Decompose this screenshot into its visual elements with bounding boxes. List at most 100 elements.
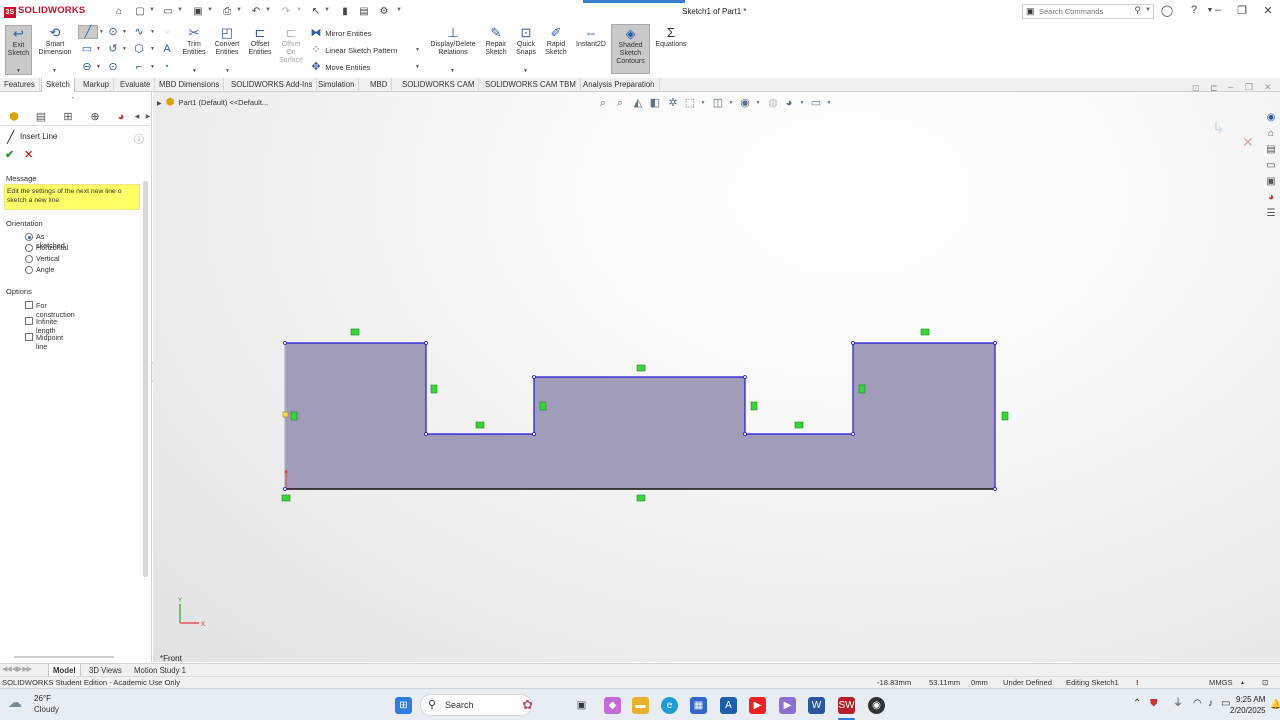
shaded-sketch-contours-button[interactable]: ◈ Shaded Sketch Contours (611, 24, 650, 74)
display-delete-relations-button[interactable]: ⊥ Display/Delete Relations (426, 26, 480, 57)
view-palette-icon[interactable]: ▭ (1264, 159, 1278, 173)
word-icon[interactable]: W (808, 697, 825, 714)
solidworks-taskbar-icon[interactable]: SW (838, 697, 855, 714)
status-close-icon[interactable]: ⊡ (1262, 678, 1268, 687)
chevron-down-icon[interactable]: ▼ (192, 68, 197, 74)
home-icon[interactable]: ⌂ (112, 5, 126, 18)
copilot-icon[interactable]: ◆ (604, 697, 621, 714)
options-icon[interactable]: ⚙ (377, 5, 391, 18)
plane-icon[interactable]: ▪ (160, 61, 174, 73)
chevron-down-icon[interactable]: ▼ (122, 29, 127, 35)
help-icon[interactable]: ⓘ (134, 131, 144, 146)
rapid-sketch-button[interactable]: ✐ Rapid Sketch (541, 26, 571, 57)
help-icon[interactable]: ? (1187, 4, 1201, 16)
weather-cloud-icon[interactable]: ☁ (8, 694, 22, 711)
tab-solidworks-cam[interactable]: SOLIDWORKS CAM (398, 78, 480, 92)
chevron-down-icon[interactable]: ▼ (149, 7, 155, 13)
move-entities-button[interactable]: ✥ Move Entities (309, 61, 370, 73)
autocad-icon[interactable]: A (720, 697, 737, 714)
convert-entities-button[interactable]: ◰ Convert Entities (210, 26, 244, 57)
chevron-down-icon[interactable]: ▼ (296, 7, 302, 13)
solidworks-resources-icon[interactable]: ◉ (1264, 111, 1278, 125)
sketch-canvas[interactable]: Y X (153, 92, 1262, 662)
offset-on-surface-button[interactable]: ⊏ Offset On Surface (276, 26, 306, 65)
new-icon[interactable]: ▢ (133, 5, 147, 18)
dimxpert-icon[interactable]: ⊕ (86, 110, 104, 124)
feature-manager-icon[interactable]: ⬢ (5, 110, 23, 124)
custom-properties-icon[interactable]: ☰ (1264, 207, 1278, 221)
chevron-down-icon[interactable]: ▼ (16, 68, 21, 74)
spline-icon[interactable]: ∿ (132, 26, 146, 38)
slot-icon[interactable]: ⊖ (80, 61, 94, 73)
wifi-icon[interactable]: ◠ (1193, 698, 1202, 710)
tab-simulation[interactable]: Simulation (314, 78, 360, 92)
panel-scrollbar[interactable] (143, 181, 148, 577)
tab-mbd[interactable]: MBD (366, 78, 393, 92)
design-library-icon[interactable]: ⌂ (1264, 127, 1278, 141)
redo-icon[interactable]: ↷ (279, 5, 293, 18)
chevron-down-icon[interactable]: ▼ (207, 7, 213, 13)
circle-icon[interactable]: ⊙ (106, 26, 120, 38)
youtube-icon[interactable]: ▶ (749, 697, 766, 714)
ok-checkmark-icon[interactable]: ✔ (5, 148, 14, 161)
solidworks-logo[interactable]: 3S SOLIDWORKS (4, 5, 85, 18)
file-explorer-icon[interactable]: ▬ (632, 697, 649, 714)
tab-solidworks-cam-tbm[interactable]: SOLIDWORKS CAM TBM (481, 78, 581, 92)
chevron-down-icon[interactable]: ▼ (177, 7, 183, 13)
volume-icon[interactable]: ♪ (1208, 698, 1213, 710)
repair-sketch-button[interactable]: ✎ Repair Sketch (481, 26, 511, 57)
clock-date[interactable]: 2/20/2025 (1230, 706, 1266, 715)
rectangle-icon[interactable]: ▭ (80, 43, 94, 55)
tab-sketch[interactable]: Sketch (41, 78, 75, 92)
chevron-down-icon[interactable]: ▼ (96, 64, 101, 70)
doc-close-icon[interactable]: ✕ (1264, 82, 1272, 93)
windows-start-icon[interactable]: ⊞ (395, 697, 412, 714)
chevron-down-icon[interactable]: ▼ (96, 46, 101, 52)
print-icon[interactable]: ⎙ (220, 5, 234, 18)
trim-entities-button[interactable]: ✂ Trim Entities (177, 26, 211, 57)
chevron-down-icon[interactable]: ▼ (150, 64, 155, 70)
chevron-up-icon[interactable]: ▲ (1240, 680, 1245, 686)
undo-icon[interactable]: ↶ (249, 5, 263, 18)
chevron-down-icon[interactable]: ▼ (52, 68, 57, 74)
search-icon[interactable]: ⚲ (1134, 5, 1141, 16)
chevron-down-icon[interactable]: ▼ (99, 29, 104, 35)
store-icon[interactable]: ▦ (690, 697, 707, 714)
edge-icon[interactable]: e (661, 697, 678, 714)
line-tool-active[interactable]: ╱ (78, 25, 98, 39)
tab-solidworks-add-ins[interactable]: SOLIDWORKS Add-Ins (227, 78, 318, 92)
option-checkbox-infinite-length[interactable] (25, 317, 33, 325)
clock-time[interactable]: 9:25 AM (1236, 695, 1265, 704)
media-icon[interactable]: ▶ (779, 697, 796, 714)
chevron-up-icon[interactable]: ⌃ (1133, 698, 1141, 710)
chrome-icon[interactable]: ◉ (868, 697, 885, 714)
file-explorer-icon[interactable]: ▤ (1264, 143, 1278, 157)
restore-icon[interactable]: ❐ (1235, 4, 1249, 17)
orientation-radio-as-sketched[interactable] (25, 233, 33, 241)
chevron-down-icon[interactable]: ▼ (415, 47, 420, 53)
minimize-icon[interactable]: – (1211, 4, 1225, 16)
cancel-x-icon[interactable]: ✕ (24, 148, 33, 161)
user-icon[interactable]: ◯ (1160, 4, 1174, 17)
task-view-icon[interactable]: ▣ (573, 697, 590, 714)
configuration-manager-icon[interactable]: ⊞ (59, 110, 77, 124)
instant2d-button[interactable]: ⇔ Instant2D (572, 26, 610, 49)
appearances-icon[interactable]: ▣ (1264, 175, 1278, 189)
horizontal-scrollbar[interactable] (14, 656, 114, 658)
select-icon[interactable]: ↖ (309, 5, 323, 18)
offset-entities-button[interactable]: ⊏ Offset Entities (243, 26, 277, 57)
color-palette-icon[interactable]: ◕ (1264, 191, 1278, 205)
chevron-down-icon[interactable]: ▼ (150, 29, 155, 35)
orientation-radio-horizontal[interactable] (25, 244, 33, 252)
fillet-icon[interactable]: ⌐ (132, 61, 146, 73)
option-checkbox-midpoint-line[interactable] (25, 333, 33, 341)
arc-icon[interactable]: ↺ (106, 43, 120, 55)
rebuild-indicator-icon[interactable]: ! (1136, 678, 1139, 687)
tab-features[interactable]: Features (0, 78, 40, 92)
property-manager-icon[interactable]: ▤ (32, 110, 50, 124)
tab-scroll-arrows[interactable]: ◀◀ ◀ ▶ ▶▶ (2, 665, 32, 673)
taskbar-search[interactable]: ⚲ Search ✿ (420, 694, 533, 716)
microphone-icon[interactable]: ⏚ (1173, 698, 1183, 710)
close-icon[interactable]: ✕ (1261, 4, 1275, 17)
linear-sketch-pattern-button[interactable]: ⁘ Linear Sketch Pattern (309, 44, 397, 56)
